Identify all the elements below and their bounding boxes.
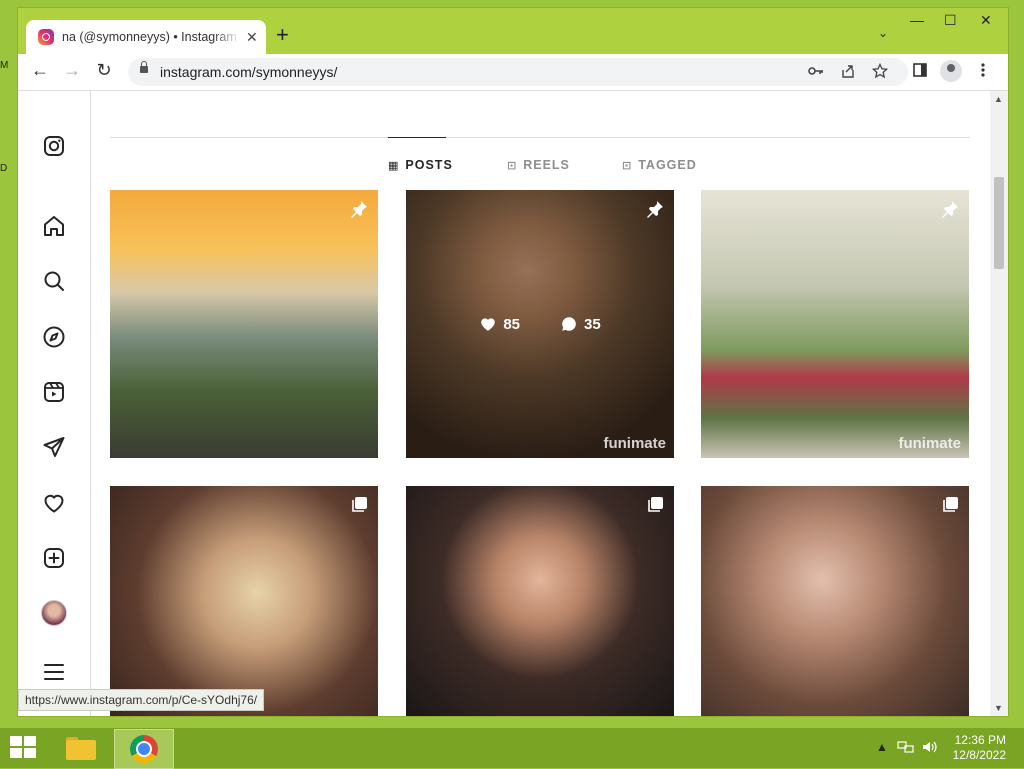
- grid-icon: ▦: [388, 159, 400, 172]
- post-thumbnail-3[interactable]: funimate: [701, 190, 969, 458]
- menu-icon[interactable]: [980, 62, 986, 82]
- show-hidden-icon[interactable]: ▲: [876, 740, 888, 754]
- system-clock[interactable]: 12:36 PM 12/8/2022: [953, 733, 1006, 763]
- more-icon[interactable]: [40, 658, 68, 686]
- comment-icon: [562, 317, 576, 331]
- comments-stat: 35: [560, 315, 601, 333]
- scroll-up-arrow-icon[interactable]: ▲: [994, 94, 1003, 104]
- file-explorer-icon[interactable]: [60, 732, 104, 764]
- address-bar[interactable]: instagram.com/symonneyys/: [128, 58, 908, 86]
- pin-icon: [941, 200, 959, 223]
- post-thumbnail-4[interactable]: [110, 486, 378, 716]
- create-icon[interactable]: [40, 544, 68, 572]
- page-scrollbar[interactable]: ▲ ▼: [990, 91, 1008, 716]
- star-icon[interactable]: [871, 62, 889, 82]
- reels-icon[interactable]: [40, 378, 68, 406]
- tagged-tab-icon: ⊡: [622, 159, 633, 172]
- tab-tagged-label: TAGGED: [638, 158, 697, 172]
- network-icon[interactable]: [897, 740, 915, 757]
- clock-time: 12:36 PM: [954, 733, 1006, 747]
- chrome-icon: [130, 735, 158, 763]
- home-icon[interactable]: [40, 212, 68, 240]
- tabs-divider: [110, 137, 970, 138]
- post-thumbnail-5[interactable]: [406, 486, 674, 716]
- chrome-taskbar-button[interactable]: [114, 729, 174, 769]
- tab-reels[interactable]: ⊡ REELS: [507, 158, 570, 172]
- post-thumbnail-1[interactable]: [110, 190, 378, 458]
- explore-icon[interactable]: [40, 323, 68, 351]
- post-watermark: funimate: [898, 435, 961, 452]
- taskbar: ▲ 12:36 PM 12/8/2022: [0, 728, 1024, 769]
- page-viewport: ▦ POSTS ⊡ REELS ⊡ TAGGED 85 35 funimate …: [18, 91, 1008, 716]
- tab-title: na (@symonneyys) • Instagram p: [62, 30, 240, 44]
- carousel-icon: [646, 496, 664, 519]
- share-icon[interactable]: [840, 63, 856, 82]
- minimize-button[interactable]: —: [910, 12, 924, 28]
- forward-button[interactable]: →: [60, 60, 84, 81]
- search-icon[interactable]: [40, 267, 68, 295]
- profile-icon[interactable]: [940, 60, 962, 82]
- comments-count: 35: [584, 315, 601, 333]
- profile-content: ▦ POSTS ⊡ REELS ⊡ TAGGED 85 35 funimate …: [90, 91, 990, 716]
- url-text[interactable]: instagram.com/symonneyys/: [160, 64, 337, 80]
- instagram-favicon-icon: [38, 29, 54, 45]
- lock-icon[interactable]: [140, 61, 148, 73]
- post-watermark: funimate: [603, 435, 666, 452]
- notifications-icon[interactable]: [40, 489, 68, 517]
- scroll-thumb[interactable]: [994, 177, 1004, 269]
- carousel-icon: [350, 496, 368, 519]
- scroll-down-arrow-icon[interactable]: ▼: [994, 703, 1003, 713]
- close-window-button[interactable]: ✕: [980, 12, 992, 29]
- key-icon[interactable]: [808, 63, 824, 82]
- reload-button[interactable]: ↻: [92, 60, 116, 81]
- likes-stat: 85: [479, 315, 520, 333]
- back-button[interactable]: ←: [28, 60, 52, 81]
- profile-avatar[interactable]: [40, 599, 68, 627]
- heart-icon: [481, 318, 496, 331]
- volume-icon[interactable]: [921, 740, 939, 757]
- tab-tagged[interactable]: ⊡ TAGGED: [622, 158, 697, 172]
- browser-window: na (@symonneyys) • Instagram p ✕ + ⌄ — ☐…: [18, 8, 1008, 716]
- new-tab-button[interactable]: +: [276, 22, 289, 48]
- title-bar: na (@symonneyys) • Instagram p ✕ + ⌄ — ☐…: [18, 8, 1008, 54]
- start-button[interactable]: [10, 736, 38, 760]
- instagram-logo-icon[interactable]: [40, 132, 68, 160]
- tab-reels-label: REELS: [523, 158, 570, 172]
- tab-close-icon[interactable]: ✕: [246, 29, 258, 46]
- carousel-icon: [941, 496, 959, 519]
- post-thumbnail-6[interactable]: [701, 486, 969, 716]
- pin-icon: [646, 200, 664, 223]
- instagram-sidenav: [18, 91, 91, 716]
- likes-count: 85: [503, 315, 520, 333]
- post-thumbnail-2[interactable]: 85 35 funimate: [406, 190, 674, 458]
- browser-tab[interactable]: na (@symonneyys) • Instagram p ✕: [26, 20, 266, 54]
- tab-search-button[interactable]: ⌄: [878, 26, 888, 40]
- post-hover-overlay[interactable]: 85 35: [406, 190, 674, 458]
- clock-date: 12/8/2022: [952, 748, 1006, 762]
- pin-icon: [350, 200, 368, 223]
- reels-tab-icon: ⊡: [507, 159, 518, 172]
- active-tab-indicator: [388, 137, 446, 138]
- link-status-bubble: https://www.instagram.com/p/Ce-sYOdhj76/: [18, 689, 265, 711]
- tab-posts[interactable]: ▦ POSTS: [388, 158, 453, 172]
- browser-toolbar: ← → ↻ instagram.com/symonneyys/: [18, 54, 1008, 91]
- side-panel-icon[interactable]: [912, 62, 928, 82]
- maximize-button[interactable]: ☐: [944, 12, 957, 29]
- messages-icon[interactable]: [40, 433, 68, 461]
- tab-posts-label: POSTS: [405, 158, 453, 172]
- desktop-edge-letter-d: D: [0, 163, 8, 174]
- desktop-edge-letter-m: M: [0, 60, 9, 71]
- avatar: [41, 600, 67, 626]
